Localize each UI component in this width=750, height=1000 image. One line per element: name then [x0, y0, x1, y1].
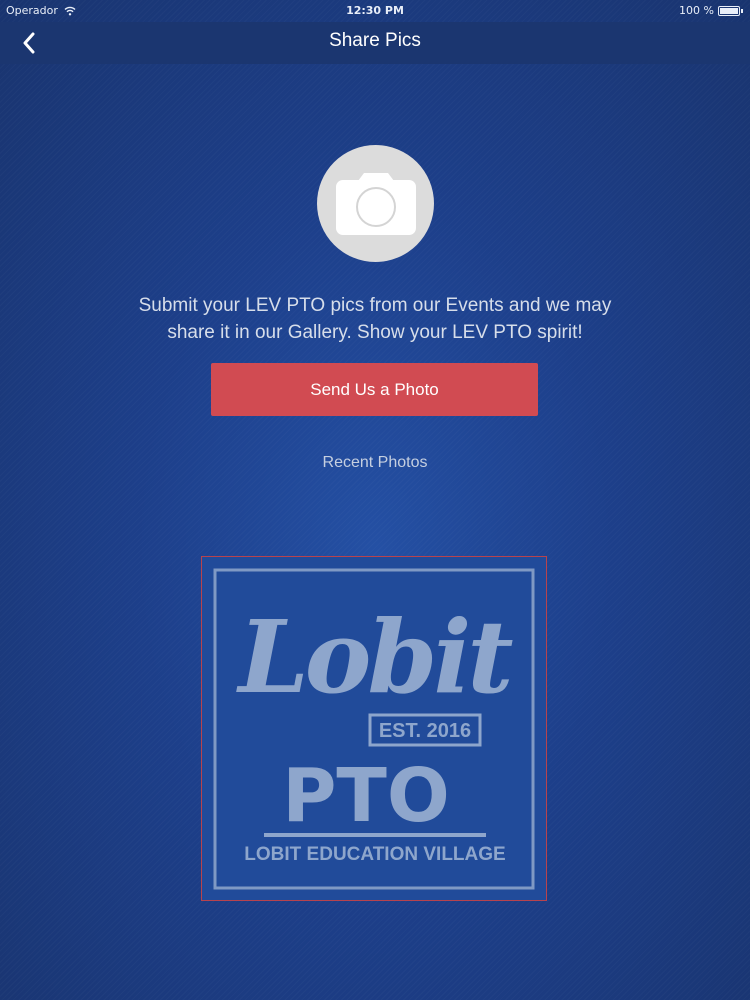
status-time: 12:30 PM [346, 4, 404, 17]
back-button[interactable] [14, 28, 44, 58]
lobit-pto-logo: Lobit EST. 2016 PTO LOBIT EDUCATION VILL… [213, 568, 535, 890]
camera-icon [335, 172, 416, 235]
chevron-left-icon [23, 32, 35, 54]
status-bar: Operador 12:30 PM 100 % [0, 0, 750, 22]
logo-divider [264, 833, 486, 837]
pto-text: PTO [282, 753, 450, 839]
recent-photo-thumbnail[interactable]: Lobit EST. 2016 PTO LOBIT EDUCATION VILL… [201, 556, 547, 901]
intro-line-1: Submit your LEV PTO pics from our Events… [138, 295, 612, 316]
camera-button[interactable] [317, 145, 434, 262]
school-text: LOBIT EDUCATION VILLAGE [244, 844, 505, 865]
send-photo-button[interactable]: Send Us a Photo [211, 363, 538, 416]
status-battery-area: 100 % [679, 4, 743, 17]
nav-bar: Share Pics [0, 22, 750, 64]
battery-icon [718, 5, 743, 16]
battery-percent: 100 % [679, 4, 714, 17]
intro-text: Submit your LEV PTO pics from our Events… [60, 292, 690, 346]
recent-photos-label: Recent Photos [322, 454, 428, 471]
page-title: Share Pics [329, 30, 421, 51]
logo-word: Lobit [235, 598, 513, 716]
est-text: EST. 2016 [379, 720, 471, 742]
intro-line-2: share it in our Gallery. Show your LEV P… [167, 322, 583, 343]
